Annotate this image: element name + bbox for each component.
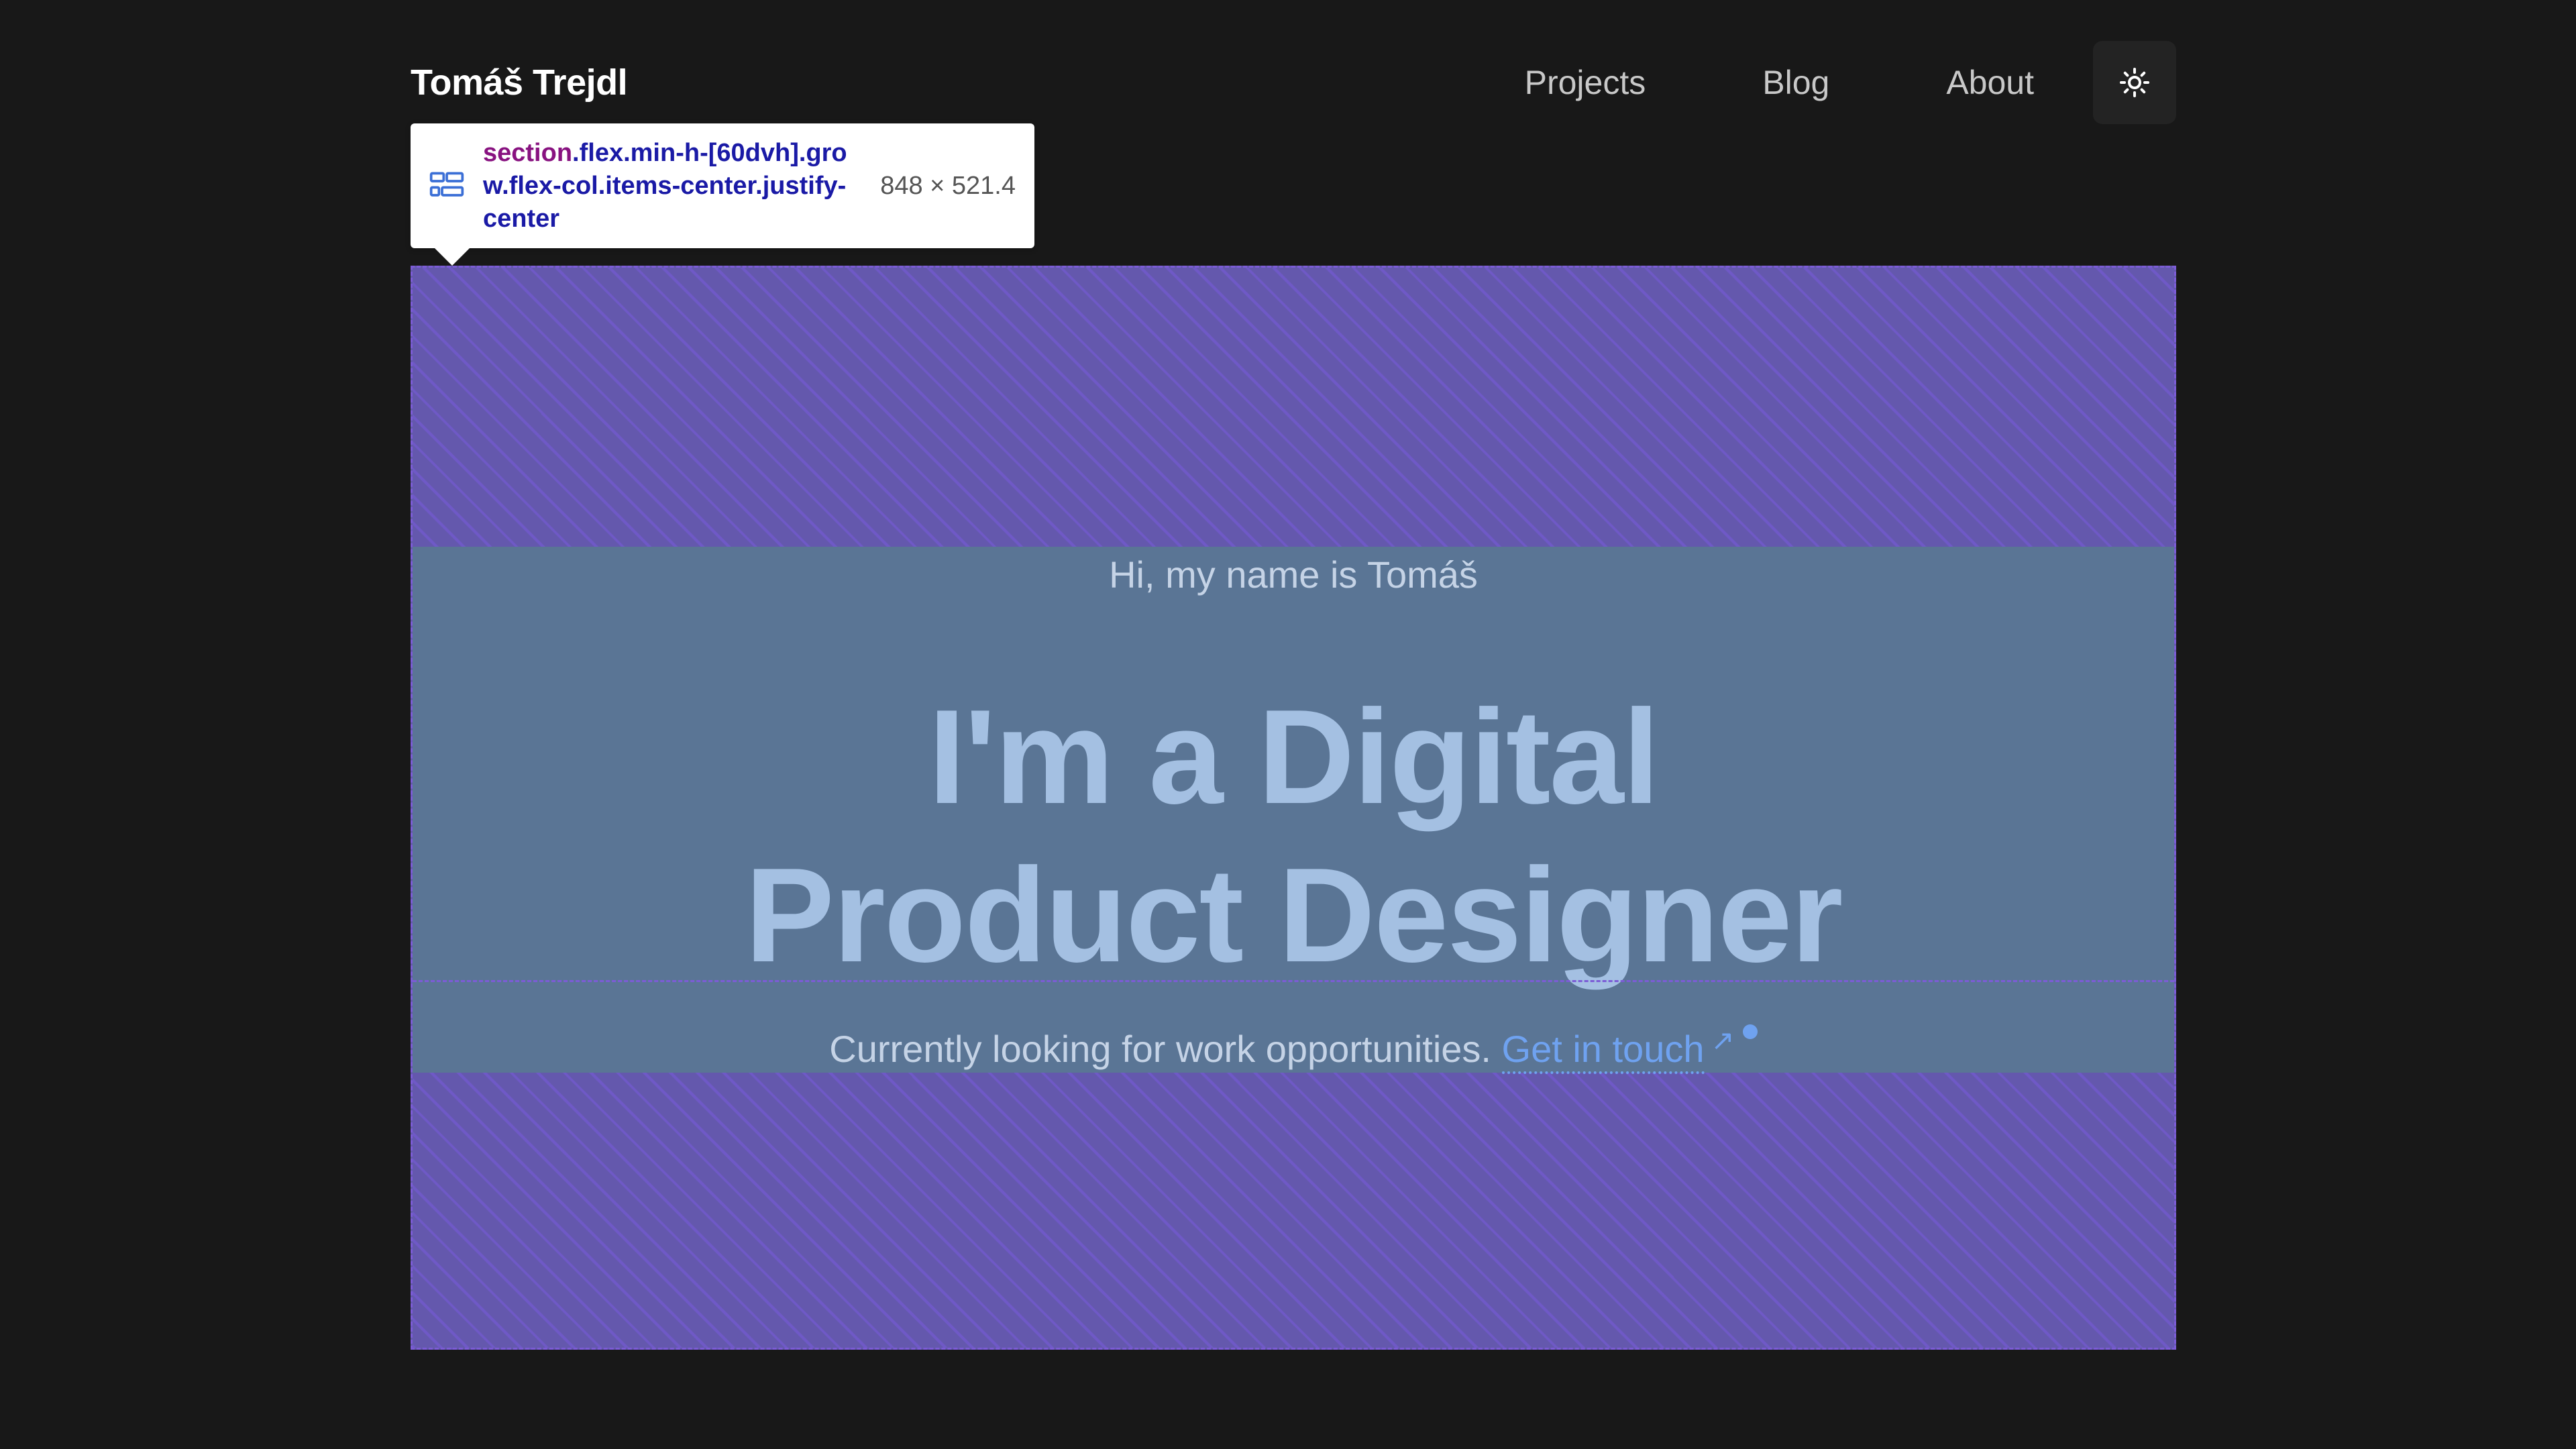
site-brand[interactable]: Tomáš Trejdl	[411, 62, 628, 103]
theme-toggle-button[interactable]	[2093, 41, 2176, 124]
nav-link-projects[interactable]: Projects	[1525, 63, 1646, 102]
hero-section: Hi, my name is Tomáš I'm a Digital Produ…	[411, 266, 2176, 1350]
hero-headline-line-2: Product Designer	[745, 841, 1843, 990]
site-header: Tomáš Trejdl Projects Blog About	[411, 40, 2176, 125]
hero-subline: Currently looking for work opportunities…	[413, 1016, 2174, 1074]
sun-icon	[2120, 68, 2149, 97]
devtools-selector: section.flex.min-h-[60dvh].grow.flex-col…	[483, 137, 859, 235]
status-dot-icon	[1742, 1024, 1758, 1039]
hero-headline: I'm a Digital Product Designer	[413, 678, 2174, 995]
devtools-inspect-tooltip: section.flex.min-h-[60dvh].grow.flex-col…	[411, 123, 1034, 266]
hero-subline-text: Currently looking for work opportunities…	[829, 1028, 1491, 1070]
main-nav: Projects Blog About	[1525, 40, 2176, 125]
nav-link-about[interactable]: About	[1946, 63, 2034, 102]
hero-headline-line-1: I'm a Digital	[928, 682, 1660, 832]
external-arrow-icon: ↗	[1711, 1024, 1735, 1056]
flex-layout-icon	[429, 172, 464, 197]
content-divider	[413, 980, 2174, 982]
get-in-touch-link[interactable]: Get in touch	[1501, 1028, 1705, 1074]
devtools-element-size: 848 × 521.4	[880, 171, 1016, 200]
hero-intro: Hi, my name is Tomáš	[1109, 553, 1478, 596]
nav-link-blog[interactable]: Blog	[1762, 63, 1829, 102]
devtools-selector-tag: section	[483, 138, 573, 167]
hero-content: Hi, my name is Tomáš I'm a Digital Produ…	[413, 547, 2174, 1074]
